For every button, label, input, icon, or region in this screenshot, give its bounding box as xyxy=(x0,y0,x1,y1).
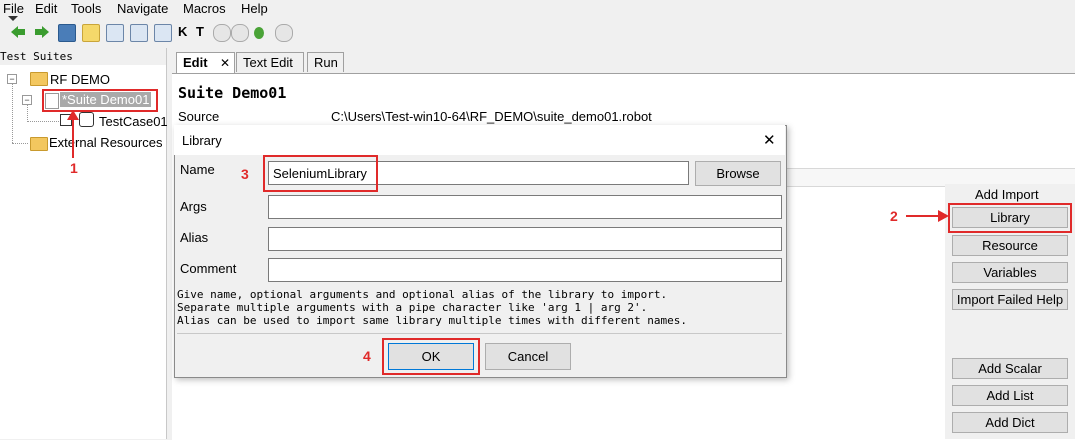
tab-close-icon[interactable]: ✕ xyxy=(220,53,230,73)
tab-run-label: Run xyxy=(314,55,338,70)
alias-field[interactable] xyxy=(268,227,782,251)
variables-button[interactable]: Variables xyxy=(952,262,1068,283)
annotation-number-3: 3 xyxy=(241,166,249,182)
dialog-titlebar xyxy=(174,125,785,155)
suite-title: Suite Demo01 xyxy=(178,84,287,102)
name-label: Name xyxy=(180,162,215,177)
tree-line xyxy=(12,143,28,144)
tab-text-edit-label: Text Edit xyxy=(243,55,293,70)
annotation-box-3 xyxy=(263,155,378,192)
expand-suite-icon[interactable]: − xyxy=(22,95,32,105)
tab-run[interactable]: Run xyxy=(307,52,344,72)
tree-line xyxy=(12,80,13,143)
tree-line xyxy=(27,121,59,122)
menu-navigate[interactable]: Navigate xyxy=(117,1,168,16)
help-line-3: Alias can be used to import same library… xyxy=(177,314,687,327)
tab-text-edit[interactable]: Text Edit xyxy=(236,52,304,72)
annotation-number-2: 2 xyxy=(890,208,898,224)
menu-bar: File Edit Tools Navigate Macros Help xyxy=(0,0,1075,18)
tab-edit-label: Edit xyxy=(183,55,208,70)
source-value: C:\Users\Test-win10-64\RF_DEMO\suite_dem… xyxy=(331,109,652,124)
export-icon[interactable] xyxy=(154,24,172,42)
import-failed-help-button[interactable]: Import Failed Help xyxy=(952,289,1068,310)
tab-edit[interactable]: Edit ✕ xyxy=(176,52,235,74)
annotation-arrow-2 xyxy=(906,210,949,222)
menu-macros[interactable]: Macros xyxy=(183,1,226,16)
browse-button[interactable]: Browse xyxy=(695,161,781,186)
dialog-close-icon[interactable]: ✕ xyxy=(763,131,776,149)
stop-icon[interactable] xyxy=(275,24,293,42)
menu-tools[interactable]: Tools xyxy=(71,1,101,16)
cancel-button[interactable]: Cancel xyxy=(485,343,571,370)
expand-rf-demo-icon[interactable]: − xyxy=(7,74,17,84)
add-scalar-button[interactable]: Add Scalar xyxy=(952,358,1068,379)
forward-icon[interactable] xyxy=(34,24,50,40)
keyword-search-icon[interactable]: K xyxy=(178,24,194,40)
annotation-box-1 xyxy=(42,89,158,112)
source-label: Source xyxy=(178,109,220,124)
tree-item-testcase01[interactable]: TestCase01 xyxy=(99,114,168,129)
folder-icon xyxy=(30,137,48,151)
bug-icon[interactable] xyxy=(251,24,267,40)
dialog-separator xyxy=(177,333,782,334)
help-icon[interactable] xyxy=(213,24,231,42)
add-import-label: Add Import xyxy=(975,187,1039,202)
annotation-arrow-1 xyxy=(67,110,79,158)
tree-item-rf-demo[interactable]: RF DEMO xyxy=(50,72,110,87)
args-field[interactable] xyxy=(268,195,782,219)
help-line-2: Separate multiple arguments with a pipe … xyxy=(177,301,648,314)
add-list-button[interactable]: Add List xyxy=(952,385,1068,406)
dialog-title: Library xyxy=(182,133,222,148)
comment-label: Comment xyxy=(180,261,237,276)
folder-icon xyxy=(30,72,48,86)
resource-button[interactable]: Resource xyxy=(952,235,1068,256)
add-dict-button[interactable]: Add Dict xyxy=(952,412,1068,433)
toolbar-grip-icon xyxy=(8,16,18,21)
back-icon[interactable] xyxy=(10,24,26,40)
save-all-icon[interactable] xyxy=(130,24,148,42)
comment-field[interactable] xyxy=(268,258,782,282)
menu-file[interactable]: File xyxy=(3,1,24,16)
menu-help[interactable]: Help xyxy=(241,1,268,16)
tree-header: Test Suites xyxy=(0,48,166,65)
open-icon[interactable] xyxy=(58,24,76,42)
annotation-box-2 xyxy=(948,203,1072,233)
alias-label: Alias xyxy=(180,230,209,245)
new-file-icon[interactable] xyxy=(82,24,100,42)
annotation-number-4: 4 xyxy=(363,348,371,364)
annotation-box-4 xyxy=(382,338,480,375)
testcase-icon xyxy=(79,112,94,127)
menu-edit[interactable]: Edit xyxy=(35,1,57,16)
tag-search-icon[interactable]: T xyxy=(196,24,212,40)
annotation-number-1: 1 xyxy=(70,160,78,176)
dialog-help-text: Give name, optional arguments and option… xyxy=(177,288,687,327)
args-label: Args xyxy=(180,199,207,214)
play-icon[interactable] xyxy=(231,24,249,42)
help-line-1: Give name, optional arguments and option… xyxy=(177,288,668,301)
save-icon[interactable] xyxy=(106,24,124,42)
